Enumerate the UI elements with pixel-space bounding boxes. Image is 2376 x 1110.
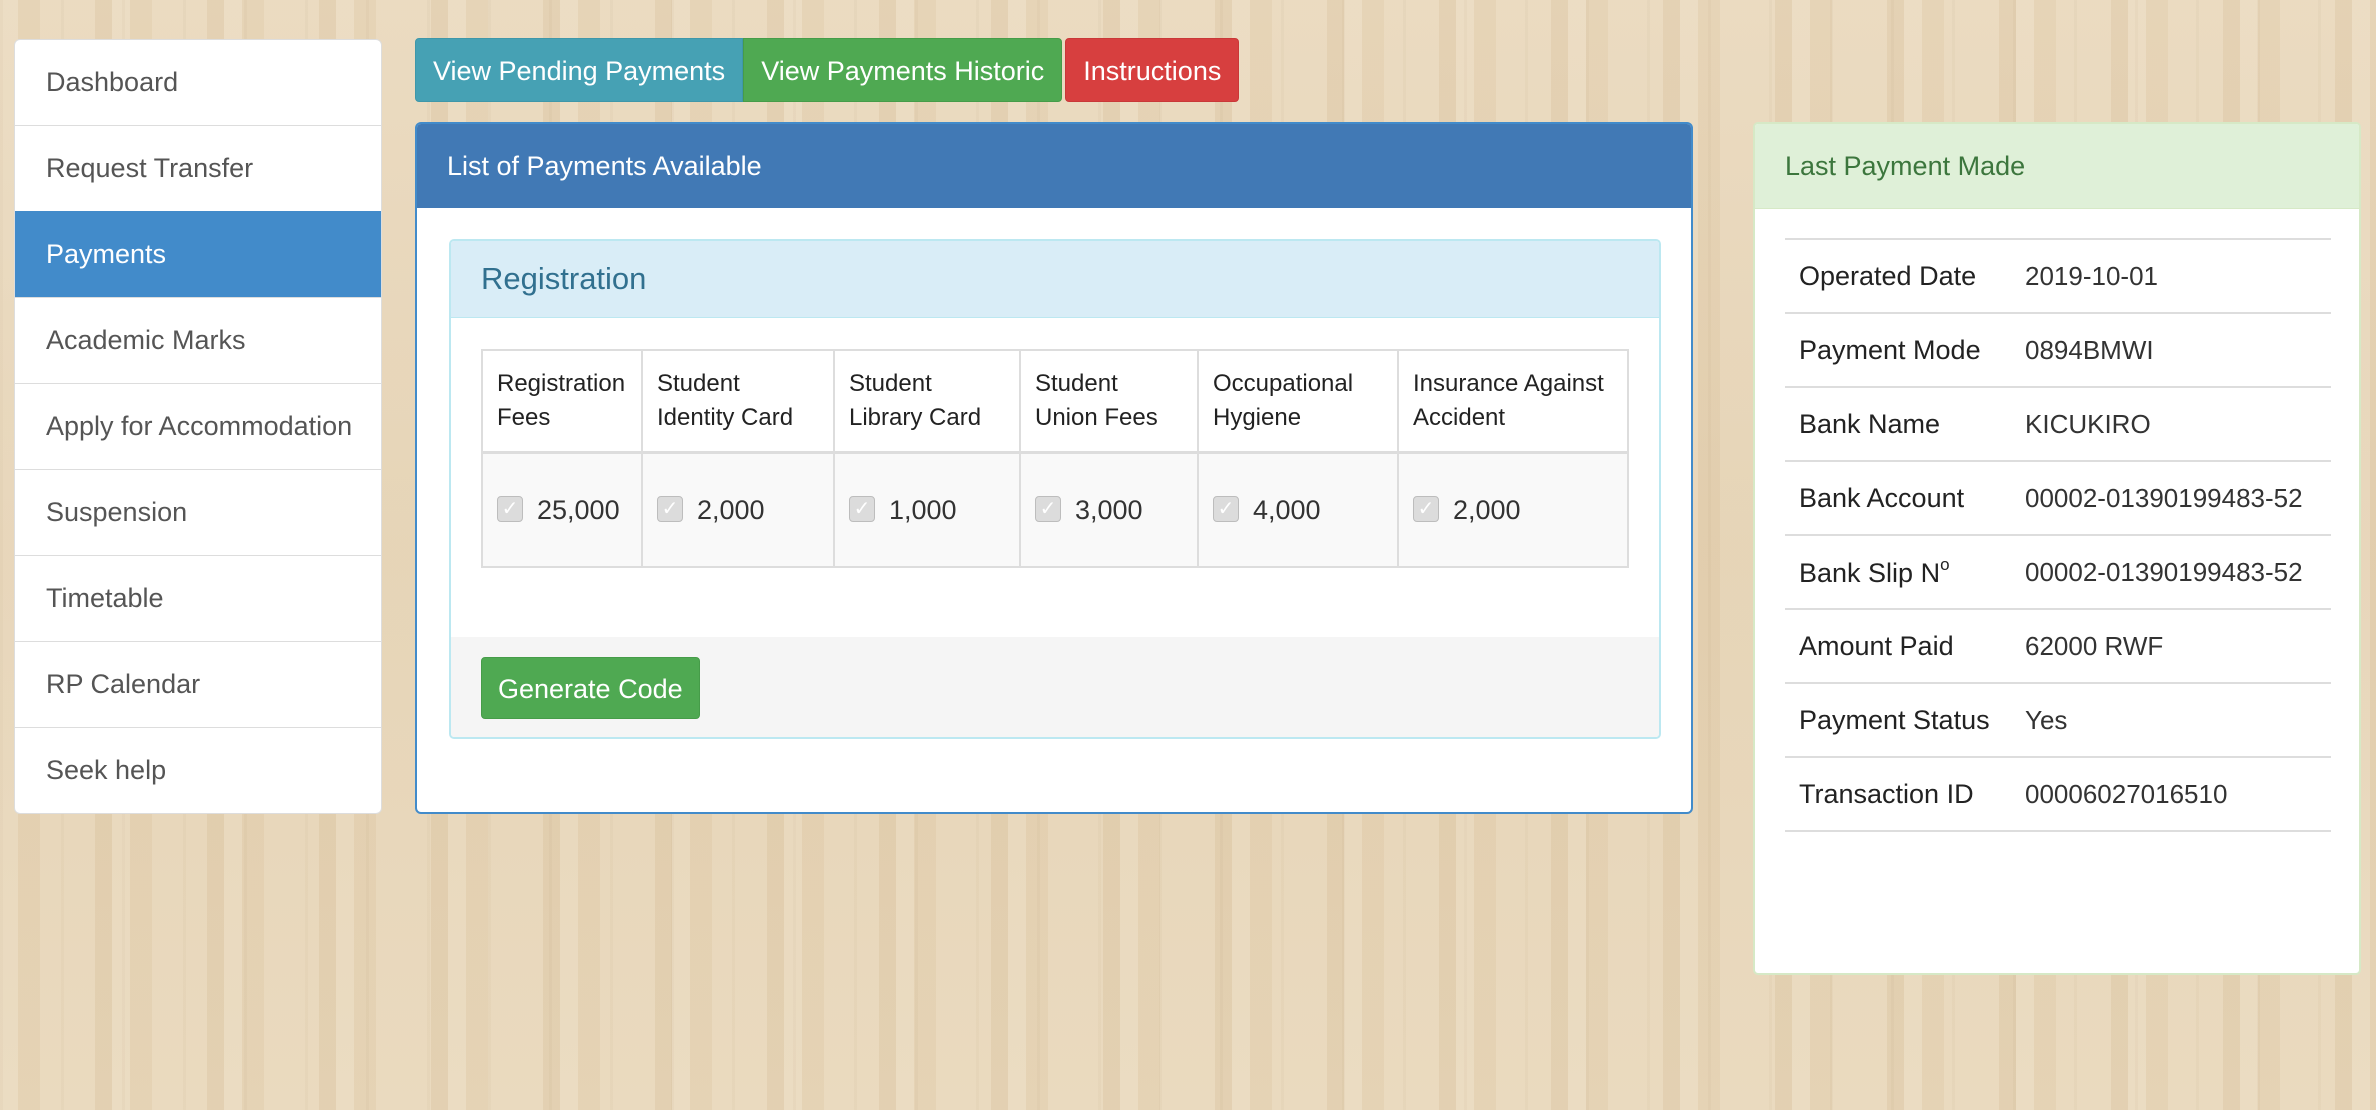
info-row: Bank Account 00002-01390199483-52: [1785, 460, 2331, 535]
sidebar-item-seek-help[interactable]: Seek help: [15, 727, 381, 813]
sidebar-item-academic-marks[interactable]: Academic Marks: [15, 297, 381, 383]
info-row: Payment Mode 0894BMWI: [1785, 312, 2331, 387]
last-payment-title: Last Payment Made: [1755, 124, 2359, 209]
checkbox-checked-icon[interactable]: ✓: [1413, 496, 1439, 523]
fee-header-line: Identity Card: [657, 404, 794, 431]
fee-amount: 1,000: [889, 494, 957, 525]
info-label: Bank Account: [1785, 460, 2011, 535]
fee-header-line: Accident: [1413, 404, 1506, 431]
payment-toolbar: View Pending Payments View Payments Hist…: [415, 38, 1240, 102]
payments-available-panel: List of Payments Available Registration …: [415, 122, 1693, 814]
info-value: 62000 RWF: [2011, 608, 2331, 683]
fee-header: Occupational Hygiene: [1197, 349, 1399, 454]
info-row: Payment Status Yes: [1785, 682, 2331, 757]
info-row: Transaction ID 00006027016510: [1785, 756, 2331, 832]
info-label: Payment Status: [1785, 682, 2011, 757]
last-payment-panel: Last Payment Made Operated Date 2019-10-…: [1753, 122, 2361, 975]
info-row: Bank Name KICUKIRO: [1785, 386, 2331, 461]
info-value: 00002-01390199483-52: [2011, 460, 2331, 535]
fee-header: Insurance Against Accident: [1397, 349, 1629, 454]
info-label: Payment Mode: [1785, 312, 2011, 387]
info-label: Bank Name: [1785, 386, 2011, 461]
checkbox-checked-icon[interactable]: ✓: [1035, 496, 1061, 523]
fee-header-line: Student: [849, 370, 932, 397]
fee-header-line: Student: [657, 370, 740, 397]
payments-available-title: List of Payments Available: [417, 124, 1691, 208]
sidebar-item-rp-calendar[interactable]: RP Calendar: [15, 641, 381, 727]
fee-cell: ✓ 25,000: [481, 451, 643, 568]
info-label: Operated Date: [1785, 238, 2011, 313]
fee-header-line: Library Card: [849, 404, 982, 431]
fee-header: Student Union Fees: [1019, 349, 1199, 454]
info-value: 2019-10-01: [2011, 238, 2331, 313]
sidebar-item-payments[interactable]: Payments: [15, 211, 381, 297]
info-label-text: Bank Slip N: [1799, 558, 1941, 588]
checkbox-checked-icon[interactable]: ✓: [1213, 496, 1239, 523]
info-value: Yes: [2011, 682, 2331, 757]
fee-header-line: Fees: [497, 404, 551, 431]
fee-header-line: Insurance Against: [1413, 370, 1604, 397]
registration-panel: Registration Registration Fees Student Ide…: [449, 239, 1661, 739]
sidebar-item-dashboard[interactable]: Dashboard: [15, 40, 381, 125]
fee-header: Student Identity Card: [641, 349, 835, 454]
info-label: Amount Paid: [1785, 608, 2011, 683]
fee-amount: 2,000: [697, 494, 765, 525]
checkbox-checked-icon[interactable]: ✓: [497, 496, 523, 523]
info-row: Operated Date 2019-10-01: [1785, 238, 2331, 313]
info-value: 00006027016510: [2011, 756, 2331, 832]
fee-amount: 4,000: [1253, 494, 1321, 525]
info-value: 0894BMWI: [2011, 312, 2331, 387]
last-payment-table: Operated Date 2019-10-01 Payment Mode 08…: [1785, 238, 2331, 832]
fee-header-line: Hygiene: [1213, 404, 1302, 431]
fee-amount: 2,000: [1453, 494, 1521, 525]
generate-code-button[interactable]: Generate Code: [481, 657, 700, 719]
view-payments-historic-button[interactable]: View Payments Historic: [743, 38, 1063, 102]
sidebar-item-apply-accommodation[interactable]: Apply for Accommodation: [15, 383, 381, 469]
sidebar-item-timetable[interactable]: Timetable: [15, 555, 381, 641]
info-label: Transaction ID: [1785, 756, 2011, 832]
info-value: 00002-01390199483-52: [2011, 534, 2331, 609]
checkbox-checked-icon[interactable]: ✓: [849, 496, 875, 523]
fee-header: Registration Fees: [481, 349, 643, 454]
checkbox-checked-icon[interactable]: ✓: [657, 496, 683, 523]
fee-cell: ✓ 3,000: [1019, 451, 1199, 568]
sidebar-item-suspension[interactable]: Suspension: [15, 469, 381, 555]
registration-footer: Generate Code: [451, 637, 1659, 737]
fee-amount: 3,000: [1075, 494, 1143, 525]
fee-amount: 25,000: [537, 494, 620, 525]
info-row: Bank Slip No 00002-01390199483-52: [1785, 534, 2331, 609]
sidebar-item-request-transfer[interactable]: Request Transfer: [15, 125, 381, 211]
fee-header: Student Library Card: [833, 349, 1021, 454]
fee-cell: ✓ 4,000: [1197, 451, 1399, 568]
fee-cell: ✓ 2,000: [641, 451, 835, 568]
fees-amount-row: ✓ 25,000 ✓ 2,000 ✓ 1,000 ✓ 3,000 ✓ 4,000 ✓ 2,0…: [481, 451, 1629, 568]
fee-header-line: Union Fees: [1035, 404, 1158, 431]
fee-header-line: Registration: [497, 370, 626, 397]
info-value: KICUKIRO: [2011, 386, 2331, 461]
instructions-button[interactable]: Instructions: [1065, 38, 1240, 102]
fee-header-line: Occupational: [1213, 370, 1354, 397]
info-label: Bank Slip No: [1785, 534, 2011, 609]
info-row: Amount Paid 62000 RWF: [1785, 608, 2331, 683]
fees-header-row: Registration Fees Student Identity Card St…: [481, 349, 1629, 454]
info-label-superscript: o: [1940, 555, 1950, 574]
fee-cell: ✓ 2,000: [1397, 451, 1629, 568]
fee-header-line: Student: [1035, 370, 1118, 397]
sidebar-nav: Dashboard Request Transfer Payments Acad…: [14, 39, 382, 814]
registration-title: Registration: [451, 241, 1659, 318]
fee-cell: ✓ 1,000: [833, 451, 1021, 568]
view-pending-payments-button[interactable]: View Pending Payments: [415, 38, 744, 102]
fees-table: Registration Fees Student Identity Card St…: [481, 349, 1629, 568]
